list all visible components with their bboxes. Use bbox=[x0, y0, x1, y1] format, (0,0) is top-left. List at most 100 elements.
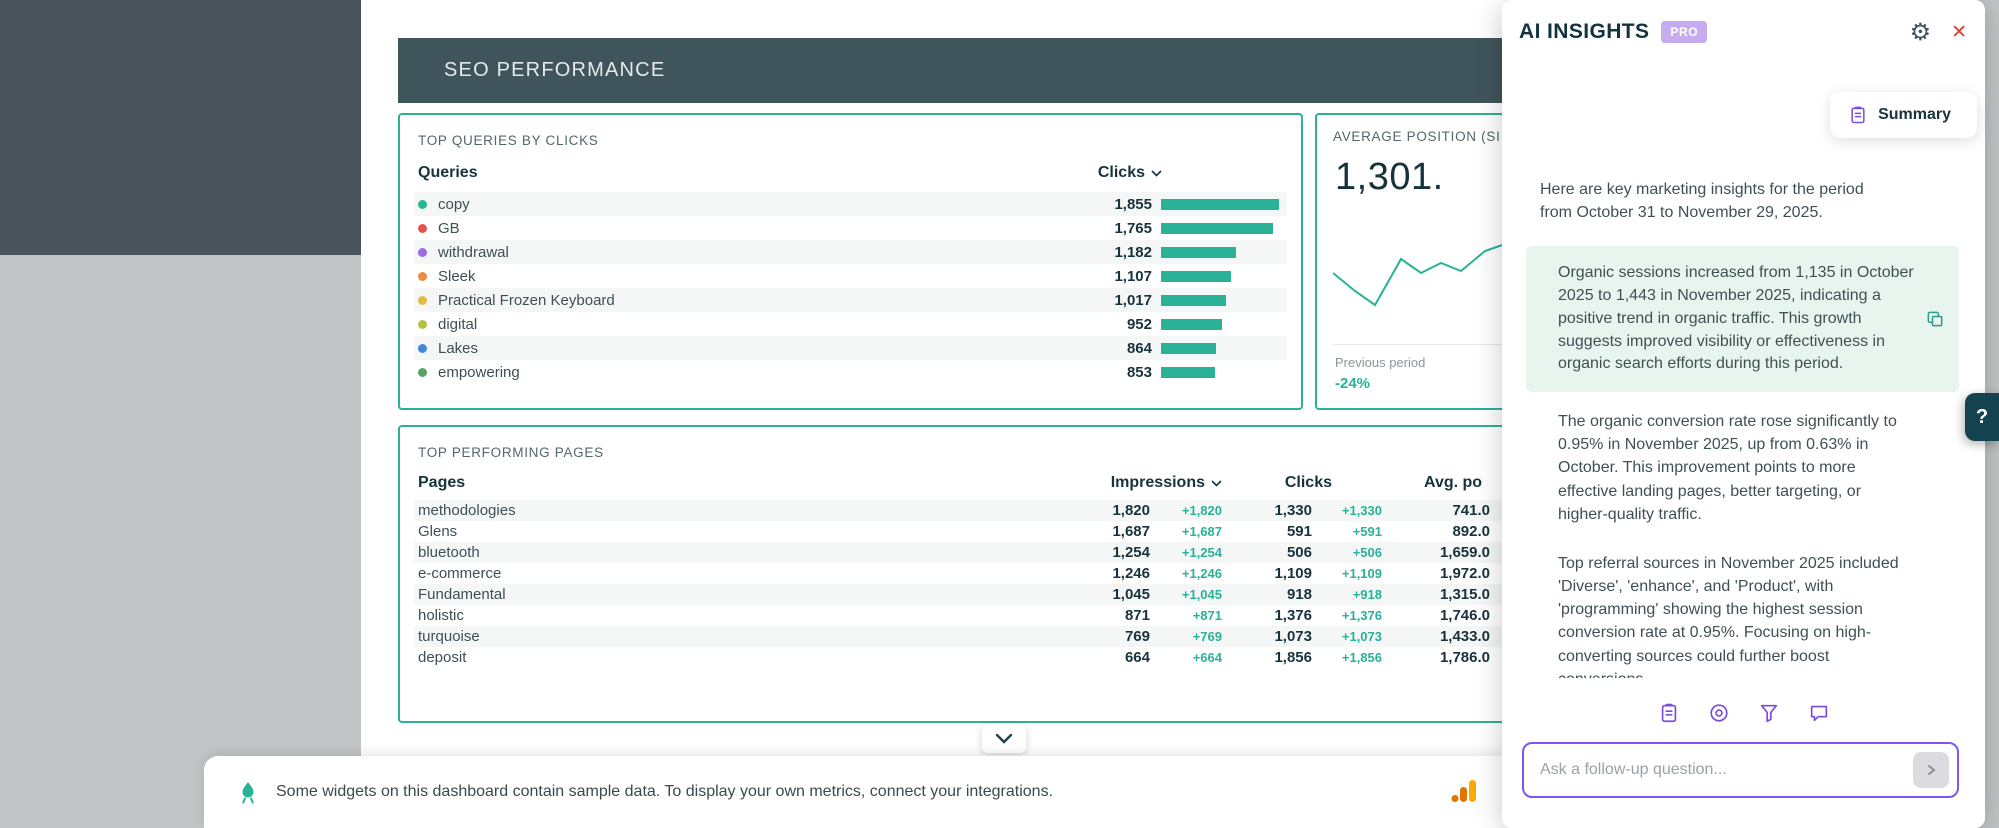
impressions-value: 1,246 bbox=[1058, 565, 1150, 582]
pro-badge: PRO bbox=[1661, 21, 1707, 43]
avg-position-value: 1,786.0 bbox=[1382, 649, 1490, 666]
avg-position-value: 1,433.0 bbox=[1382, 628, 1490, 645]
query-clicks-value: 1,182 bbox=[1052, 244, 1152, 261]
page-name: Glens bbox=[418, 523, 1058, 540]
series-dot bbox=[418, 344, 427, 353]
chevron-down-icon bbox=[995, 733, 1013, 745]
queries-table-header: Queries Clicks bbox=[418, 164, 1283, 182]
integration-icon bbox=[236, 780, 260, 804]
chevron-right-icon bbox=[1924, 763, 1938, 777]
query-clicks-value: 1,017 bbox=[1052, 292, 1152, 309]
followup-question-input[interactable] bbox=[1530, 761, 1913, 779]
screen: SEO PERFORMANCE TOP QUERIES BY CLICKS Qu… bbox=[0, 0, 1999, 828]
query-name: Lakes bbox=[438, 340, 1052, 357]
clicks-delta: +1,109 bbox=[1312, 566, 1382, 581]
ai-panel-header: AI INSIGHTS PRO ⚙ ✕ bbox=[1502, 0, 1985, 44]
help-button[interactable]: ? bbox=[1965, 393, 1999, 441]
query-name: Sleek bbox=[438, 268, 1052, 285]
column-header-clicks[interactable]: Clicks bbox=[1038, 164, 1162, 182]
page-row: e-commerce1,246+1,2461,109+1,1091,972.0 bbox=[414, 563, 1544, 584]
avg-position-value: 741.0 bbox=[1382, 502, 1490, 519]
page-row: holistic871+8711,376+1,3761,746.0 bbox=[414, 605, 1544, 626]
clicks-bar bbox=[1152, 271, 1283, 282]
page-name: Fundamental bbox=[418, 586, 1058, 603]
queries-rows: copy1,855GB1,765withdrawal1,182Sleek1,10… bbox=[414, 192, 1287, 384]
impressions-value: 871 bbox=[1058, 607, 1150, 624]
query-row: Practical Frozen Keyboard1,017 bbox=[414, 288, 1287, 312]
gear-icon[interactable]: ⚙ bbox=[1910, 20, 1932, 44]
query-name: digital bbox=[438, 316, 1052, 333]
clicks-value: 1,109 bbox=[1222, 565, 1312, 582]
copy-icon[interactable] bbox=[1925, 309, 1945, 329]
chat-icon[interactable] bbox=[1808, 702, 1830, 724]
query-name: withdrawal bbox=[438, 244, 1052, 261]
page-name: turquoise bbox=[418, 628, 1058, 645]
clicks-delta: +506 bbox=[1312, 545, 1382, 560]
clicks-bar bbox=[1152, 343, 1283, 354]
funnel-icon[interactable] bbox=[1758, 702, 1780, 724]
donut-chart-icon[interactable] bbox=[1708, 702, 1730, 724]
impressions-delta: +1,687 bbox=[1150, 524, 1222, 539]
query-row: GB1,765 bbox=[414, 216, 1287, 240]
notes-icon[interactable] bbox=[1658, 702, 1680, 724]
tab-summary-label: Summary bbox=[1878, 106, 1951, 124]
clicks-bar bbox=[1152, 199, 1283, 210]
page-name: holistic bbox=[418, 607, 1058, 624]
ai-insight-paragraph: The organic conversion rate rose signifi… bbox=[1558, 410, 1914, 526]
column-header-pages: Pages bbox=[418, 474, 1058, 492]
send-button[interactable] bbox=[1913, 752, 1949, 788]
page-row: deposit664+6641,856+1,8561,786.0 bbox=[414, 647, 1544, 668]
query-row: copy1,855 bbox=[414, 192, 1287, 216]
ai-insights-scroll-area[interactable]: Here are key marketing insights for the … bbox=[1502, 168, 1985, 678]
query-name: Practical Frozen Keyboard bbox=[438, 292, 1052, 309]
ai-insight-paragraph: Top referral sources in November 2025 in… bbox=[1558, 552, 1914, 678]
query-clicks-value: 853 bbox=[1052, 364, 1152, 381]
impressions-delta: +769 bbox=[1150, 629, 1222, 644]
ai-highlight-text: Organic sessions increased from 1,135 in… bbox=[1558, 262, 1915, 376]
series-dot bbox=[418, 320, 427, 329]
chevron-down-icon bbox=[1151, 170, 1162, 177]
column-header-impressions-label: Impressions bbox=[1111, 474, 1205, 492]
query-clicks-value: 864 bbox=[1052, 340, 1152, 357]
pages-table-header: Pages Impressions Clicks Avg. po bbox=[418, 474, 1540, 492]
column-header-clicks-label: Clicks bbox=[1098, 164, 1145, 182]
query-clicks-value: 1,107 bbox=[1052, 268, 1152, 285]
expand-dashboard-button[interactable] bbox=[982, 724, 1026, 753]
clicks-bar bbox=[1152, 295, 1283, 306]
top-queries-card: TOP QUERIES BY CLICKS Queries Clicks cop… bbox=[398, 113, 1303, 410]
clicks-delta: +1,330 bbox=[1312, 503, 1382, 518]
impressions-value: 1,820 bbox=[1058, 502, 1150, 519]
clicks-delta: +591 bbox=[1312, 524, 1382, 539]
query-name: empowering bbox=[438, 364, 1052, 381]
avg-position-value: 1,315.0 bbox=[1382, 586, 1490, 603]
help-button-label: ? bbox=[1976, 406, 1988, 429]
clicks-value: 1,330 bbox=[1222, 502, 1312, 519]
close-icon[interactable]: ✕ bbox=[1951, 23, 1967, 42]
clicks-value: 591 bbox=[1222, 523, 1312, 540]
ai-intro-text: Here are key marketing insights for the … bbox=[1540, 178, 1892, 224]
page-row: Fundamental1,045+1,045918+9181,315.0 bbox=[414, 584, 1544, 605]
query-row: Sleek1,107 bbox=[414, 264, 1287, 288]
clicks-value: 1,856 bbox=[1222, 649, 1312, 666]
clipboard-icon bbox=[1848, 105, 1868, 125]
column-header-impressions[interactable]: Impressions bbox=[1058, 474, 1222, 492]
card-label: TOP PERFORMING PAGES bbox=[418, 445, 1544, 460]
series-dot bbox=[418, 272, 427, 281]
series-dot bbox=[418, 296, 427, 305]
tab-summary[interactable]: Summary bbox=[1830, 92, 1977, 138]
page-name: e-commerce bbox=[418, 565, 1058, 582]
column-header-clicks[interactable]: Clicks bbox=[1222, 474, 1382, 492]
clicks-bar bbox=[1152, 319, 1283, 330]
impressions-value: 664 bbox=[1058, 649, 1150, 666]
clicks-bar bbox=[1152, 223, 1283, 234]
top-pages-card: TOP PERFORMING PAGES Pages Impressions C… bbox=[398, 425, 1560, 723]
series-dot bbox=[418, 368, 427, 377]
page-name: methodologies bbox=[418, 502, 1058, 519]
page-name: bluetooth bbox=[418, 544, 1058, 561]
query-name: copy bbox=[438, 196, 1052, 213]
query-row: withdrawal1,182 bbox=[414, 240, 1287, 264]
query-row: empowering853 bbox=[414, 360, 1287, 384]
clicks-value: 506 bbox=[1222, 544, 1312, 561]
clicks-delta: +1,376 bbox=[1312, 608, 1382, 623]
ai-insight-highlight: Organic sessions increased from 1,135 in… bbox=[1526, 246, 1959, 392]
